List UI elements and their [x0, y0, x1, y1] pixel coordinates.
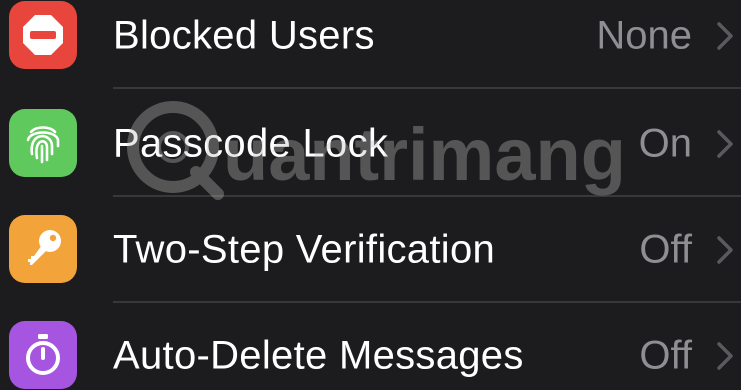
chevron-right-icon [717, 342, 733, 370]
row-label: Passcode Lock [113, 121, 389, 166]
row-label: Two-Step Verification [113, 227, 496, 272]
row-value: Off [639, 333, 692, 378]
row-label: Blocked Users [113, 13, 375, 58]
timer-icon [9, 321, 77, 389]
chevron-right-icon [717, 236, 733, 264]
privacy-settings-screen: Blocked Users None Passcode Lock On Two-… [0, 0, 741, 390]
settings-row-blocked-users[interactable]: Blocked Users None [0, 0, 741, 89]
settings-row-two-step-verification[interactable]: Two-Step Verification Off [0, 197, 741, 303]
row-value: Off [639, 227, 692, 272]
key-icon [9, 215, 77, 283]
row-value: None [596, 13, 692, 58]
chevron-right-icon [717, 22, 733, 50]
stop-icon [9, 1, 77, 69]
chevron-right-icon [717, 130, 733, 158]
row-label: Auto-Delete Messages [113, 333, 524, 378]
row-separator [113, 87, 741, 89]
fingerprint-icon [9, 109, 77, 177]
row-value: On [638, 121, 692, 166]
settings-row-passcode-lock[interactable]: Passcode Lock On [0, 91, 741, 197]
settings-row-auto-delete-messages[interactable]: Auto-Delete Messages Off [0, 303, 741, 390]
